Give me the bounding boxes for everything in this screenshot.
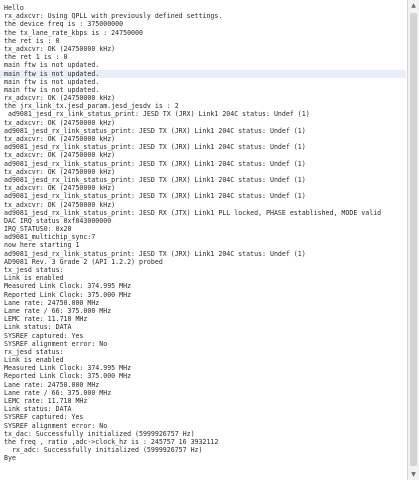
console-line: AD9081 Rev. 3 Grade 2 (API 1.2.2) probed bbox=[4, 257, 163, 266]
console-line: Link status: DATA bbox=[4, 323, 72, 332]
console-line: IRQ_STATUS0: 0x20 bbox=[4, 225, 72, 234]
console-output: Hello rx_adxcvr: Using QPLL with previous… bbox=[0, 0, 406, 480]
scrollbar-thumb[interactable] bbox=[410, 13, 417, 466]
scroll-down-icon[interactable]: ▼ bbox=[408, 469, 419, 480]
console-line: SYSREF captured: Yes bbox=[4, 413, 84, 422]
console-line: tx_adxcvr: OK (24750000 kHz) bbox=[4, 184, 116, 193]
console-line: ad9081_jesd_rx_link_status_print: JESD T… bbox=[4, 126, 306, 135]
console-line: SYSREF alignment error: No bbox=[4, 421, 108, 430]
console-line: the device freq is : 375000000 bbox=[4, 20, 124, 29]
console-line: the freq , ratio ,adc->clock_hz is : 245… bbox=[4, 437, 219, 446]
console-line: ad9081_jesd_rx_link_status_print: JESD T… bbox=[4, 192, 306, 201]
console-line: ad9081_jesd_rx_link_status_print: JESD R… bbox=[4, 208, 382, 217]
console-line: rx_adxcvr: Using QPLL with previously de… bbox=[4, 12, 223, 21]
console-line: ad9081_jesd_rx_link_status_print: JESD T… bbox=[4, 249, 306, 258]
console-line: Link is enabled bbox=[4, 356, 64, 365]
console-line: Reported Link Clock: 375.000 MHz bbox=[4, 372, 132, 381]
console-line: Lane rate: 24750.000 MHz bbox=[4, 298, 100, 307]
console-line: rx_adxcvr: OK (24750000 kHz) bbox=[4, 94, 116, 103]
console-line: SYSREF alignment error: No bbox=[4, 339, 108, 348]
console-line: tx_adxcvr: OK (24750000 kHz) bbox=[4, 167, 116, 176]
console-line: LEMC rate: 11.718 MHz bbox=[4, 397, 88, 405]
console-line: rx_adc: Successfully initialized (599992… bbox=[4, 446, 203, 455]
console-line: Lane rate: 24750.000 MHz bbox=[4, 380, 100, 389]
console-line: Measured Link Clock: 374.995 MHz bbox=[4, 364, 132, 373]
console-line: ad9081_jesd_rx_link_status_print: JESD T… bbox=[4, 143, 306, 152]
console-line: the ret is : 0 bbox=[4, 36, 60, 45]
console-line: SYSREF captured: Yes bbox=[4, 331, 84, 340]
console-line: the ret 1 is : 0 bbox=[4, 53, 68, 62]
console-line: tx_adxcvr: OK (24750000 kHz) bbox=[4, 151, 116, 160]
console-line: main ftw is not updated. bbox=[0, 69, 406, 78]
console-line: Lane rate / 66: 375.000 MHz bbox=[4, 306, 112, 315]
console-line: ad9081_jesd_rx_link_status_print: JESD T… bbox=[4, 175, 306, 184]
console-line: Bye bbox=[4, 454, 16, 463]
console-line: Measured Link Clock: 374.995 MHz bbox=[4, 282, 132, 291]
console-line: tx_dac: Successfully initialized (599992… bbox=[4, 429, 195, 438]
console-line: tx_jesd status: bbox=[4, 266, 64, 274]
console-line: main ftw is not updated. bbox=[4, 85, 100, 94]
console-line: the jrx_link_tx.jesd_param.jesd_jesdv is… bbox=[4, 102, 179, 111]
console-line: main ftw is not updated. bbox=[4, 61, 100, 70]
console-line: Link status: DATA bbox=[4, 405, 72, 414]
console-line: DAC IRQ status 0xf043000000 bbox=[4, 216, 112, 225]
console-line: rx_jesd status: bbox=[4, 347, 64, 356]
console-line: ad9081_multichip_sync:7 bbox=[4, 233, 96, 242]
console-line: tx_adxcvr: OK (24750000 kHz) bbox=[4, 200, 116, 209]
console-line: ad9081_jesd_rx_link_status_print: JESD T… bbox=[4, 159, 306, 168]
console-line: tx_adxcvr: OK (24750000 kHz) bbox=[4, 135, 116, 143]
scroll-up-icon[interactable]: ▲ bbox=[408, 0, 419, 11]
console-line: tx_adxcvr: OK (24750000 kHz) bbox=[4, 118, 116, 127]
console-line: tx_adxcvr: OK (24750000 kHz) bbox=[4, 44, 116, 53]
console-line: Link is enabled bbox=[4, 274, 64, 283]
console-line: Lane rate / 66: 375.000 MHz bbox=[4, 388, 112, 397]
console-line: ad9081_jesd_rx_link_status_print: JESD T… bbox=[4, 110, 310, 119]
console-line: Reported Link Clock: 375.000 MHz bbox=[4, 290, 132, 299]
console-line: the tx_lane_rate_kbps is : 24750000 bbox=[4, 28, 143, 37]
vertical-scrollbar[interactable]: ▲ ▼ bbox=[407, 0, 419, 480]
console-line: now here starting 1 bbox=[4, 241, 80, 250]
console-line: main ftw is not updated. bbox=[4, 77, 100, 86]
console-line: Hello bbox=[4, 4, 24, 12]
console-line: LEMC rate: 11.718 MHz bbox=[4, 315, 88, 324]
